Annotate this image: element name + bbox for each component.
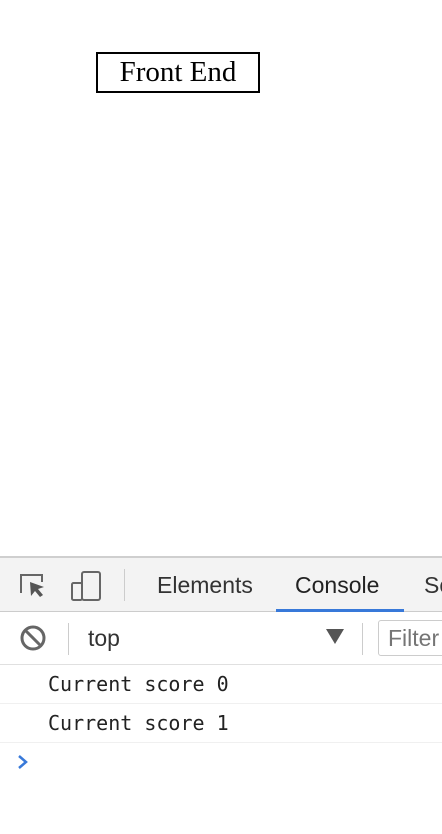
tab-console[interactable]: Console: [295, 558, 379, 611]
prompt-chevron-icon: [16, 753, 30, 776]
page: Front End Elements Console So: [0, 0, 442, 834]
filter-input[interactable]: [378, 620, 442, 656]
front-end-button[interactable]: Front End: [96, 52, 260, 93]
clear-console-icon[interactable]: [19, 624, 47, 652]
toolbar-separator: [124, 569, 125, 601]
console-message: Current score 0: [0, 665, 442, 704]
inspect-element-icon[interactable]: [18, 571, 48, 601]
console-prompt[interactable]: [0, 743, 442, 783]
console-messages: Current score 0 Current score 1: [0, 665, 442, 743]
dropdown-arrow-icon[interactable]: [326, 629, 344, 644]
console-toolbar: top: [0, 612, 442, 665]
tab-elements[interactable]: Elements: [157, 558, 253, 611]
console-message: Current score 1: [0, 704, 442, 743]
toolbar-separator: [362, 623, 363, 655]
devtools-panel: Elements Console So top Current score 0 …: [0, 556, 442, 834]
device-toolbar-icon[interactable]: [70, 571, 101, 601]
devtools-tab-bar: Elements Console So: [0, 558, 442, 612]
toolbar-separator: [68, 623, 69, 655]
context-selector[interactable]: top: [88, 612, 120, 664]
tab-sources[interactable]: So: [424, 558, 442, 611]
